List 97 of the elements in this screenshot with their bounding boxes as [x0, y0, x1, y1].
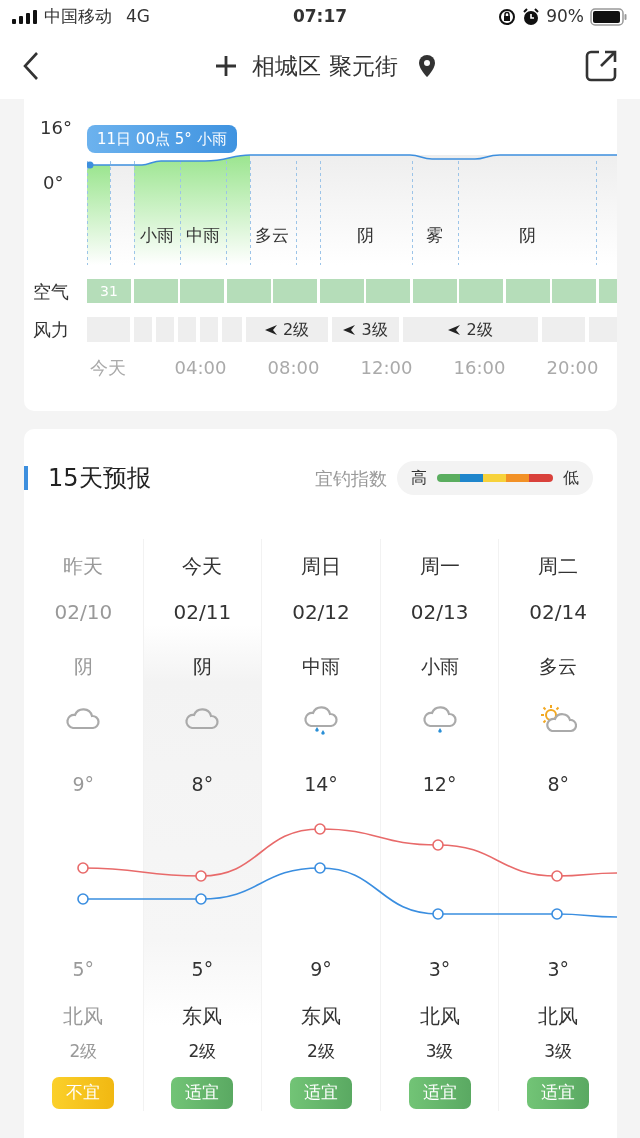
day-condition: 小雨	[420, 653, 459, 679]
row-label: 空气	[32, 279, 70, 304]
air-quality-cell	[133, 279, 178, 303]
day-name: 周二	[538, 553, 579, 580]
section-marker	[24, 466, 28, 490]
network-type: 4G	[126, 4, 150, 28]
low-temperature: 3°	[547, 956, 569, 982]
battery-icon	[590, 7, 628, 26]
day-name: 周一	[419, 553, 460, 580]
wind-direction: 北风	[538, 1003, 579, 1030]
wind-force: 3级	[425, 1040, 454, 1064]
location-title: 相城区 聚元街	[252, 51, 398, 81]
weather-condition-label: 小雨	[140, 224, 174, 247]
air-quality-cell	[273, 279, 317, 303]
day-column[interactable]: 周日 02/12 中雨 14° 9° 东风 2级 适宜	[261, 539, 380, 1111]
row-label: 风力	[32, 318, 70, 342]
wind-direction-icon	[264, 324, 277, 335]
wind-level: 2级	[282, 318, 310, 341]
air-quality-cell	[180, 279, 224, 303]
air-quality-cell	[552, 279, 596, 303]
wind-direction: 东风	[301, 1003, 341, 1030]
wind-force: 3级	[544, 1040, 573, 1064]
axis-label: 16°	[40, 116, 73, 140]
scale-label: 高	[411, 467, 427, 489]
day-column[interactable]: 周二 02/14 多云 8° 3° 北风 3级 适宜	[498, 539, 617, 1111]
signal-icon	[12, 9, 38, 24]
clock-time: 07:17	[291, 4, 349, 28]
air-quality-cell	[366, 279, 410, 303]
weather-condition-label: 阴	[518, 224, 536, 247]
carrier-name: 中国移动	[44, 4, 112, 28]
wind-direction: 北风	[63, 1003, 104, 1030]
day-condition: 阴	[73, 653, 93, 679]
fishing-badge: 适宜	[527, 1077, 590, 1109]
location-pin-icon[interactable]	[417, 54, 436, 78]
day-name: 昨天	[63, 553, 104, 580]
wind-force: 2级	[69, 1040, 98, 1064]
air-quality-cell	[319, 279, 364, 303]
weather-condition-label: 雾	[425, 224, 443, 247]
rotation-lock-icon	[498, 7, 517, 26]
battery-percent: 90%	[546, 4, 584, 28]
day-name: 周日	[301, 553, 341, 580]
index-label: 宜钓指数	[315, 466, 387, 491]
air-quality-cell	[412, 279, 457, 303]
day-name: 今天	[182, 553, 223, 580]
weather-condition-label: 中雨	[186, 224, 220, 247]
high-temperature: 12°	[422, 771, 457, 797]
day-column[interactable]: 周一 02/13 小雨 12° 3° 北风 3级 适宜	[379, 539, 499, 1111]
wind-direction-icon	[448, 324, 461, 335]
high-temperature: 14°	[304, 771, 338, 797]
fishing-badge: 适宜	[408, 1077, 471, 1109]
air-quality-cell: 31	[87, 279, 131, 303]
day-date: 02/12	[292, 599, 350, 626]
section-title: 15天预报	[48, 463, 151, 494]
axis-label: 0°	[42, 171, 65, 195]
air-quality-cell	[459, 279, 503, 303]
low-temperature: 3°	[428, 956, 451, 982]
day-condition: 多云	[539, 653, 578, 679]
wind-force: 2级	[188, 1040, 217, 1064]
wind-direction: 东风	[182, 1003, 223, 1030]
wind-direction-icon	[343, 324, 356, 335]
day-date: 02/13	[410, 599, 469, 626]
low-temperature: 9°	[310, 956, 332, 982]
high-temperature: 9°	[72, 771, 95, 797]
high-temperature: 8°	[547, 771, 569, 797]
low-temperature: 5°	[72, 956, 95, 982]
weather-condition-label: 多云	[255, 224, 289, 247]
alarm-icon	[522, 7, 541, 26]
wind-level: 3级	[361, 318, 388, 341]
weather-condition-label: 阴	[356, 224, 374, 247]
fishing-badge: 适宜	[171, 1077, 234, 1109]
day-condition: 阴	[192, 653, 212, 679]
time-label: 04:00	[174, 356, 227, 380]
scale-label: 低	[563, 467, 579, 489]
wind-force: 2级	[307, 1040, 335, 1064]
fishing-badge: 适宜	[290, 1077, 352, 1109]
day-date: 02/10	[54, 599, 113, 626]
day-condition: 中雨	[302, 653, 340, 679]
day-column[interactable]: 今天 02/11 阴 8° 5° 东风 2级 适宜	[142, 539, 262, 1111]
time-label: 16:00	[453, 356, 506, 380]
time-label: 12:00	[360, 356, 413, 380]
wind-direction: 北风	[419, 1003, 460, 1030]
air-quality-cell	[505, 279, 550, 303]
color-scale-icon	[437, 474, 553, 482]
high-temperature: 8°	[191, 771, 214, 797]
time-label: 今天	[89, 356, 126, 380]
time-label: 20:00	[546, 356, 599, 380]
day-date: 02/14	[529, 599, 587, 626]
low-temperature: 5°	[191, 956, 214, 982]
fishing-badge: 不宜	[52, 1077, 115, 1109]
add-button[interactable]	[214, 54, 239, 78]
wind-level: 2级	[466, 318, 493, 341]
day-date: 02/11	[173, 599, 232, 626]
temperature-tooltip: 11日 00点 5° 小雨	[87, 125, 237, 153]
share-button[interactable]	[584, 49, 618, 83]
air-quality-cell	[226, 279, 271, 303]
time-label: 08:00	[267, 356, 320, 380]
sun-cloud-icon	[539, 703, 578, 735]
